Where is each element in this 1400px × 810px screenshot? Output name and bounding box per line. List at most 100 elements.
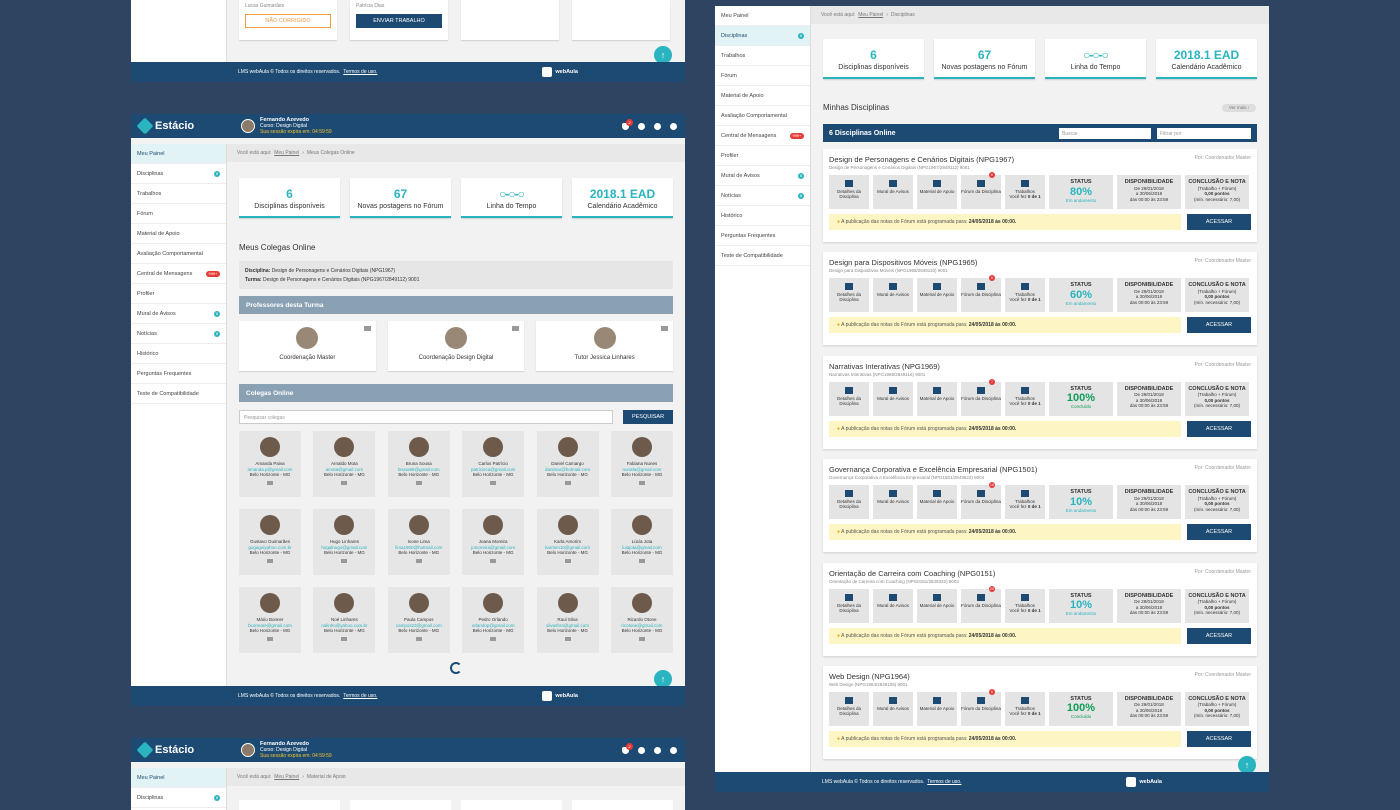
material-button[interactable]: Material de Apoio bbox=[917, 588, 957, 623]
colleague-card[interactable]: Karla Amorim karmim10@gmail.com Belo Horiz… bbox=[536, 509, 599, 575]
brand-logo[interactable]: Estácio bbox=[136, 741, 231, 759]
mural-button[interactable]: Mural de Avisos bbox=[873, 588, 913, 623]
avatar[interactable] bbox=[241, 743, 255, 757]
mail-icon[interactable] bbox=[415, 636, 422, 641]
colleague-card[interactable]: Mário Bonner bconnare@gmail.com Belo Horiz… bbox=[239, 587, 301, 653]
sidebar-item[interactable]: Material de Apoio bbox=[715, 86, 810, 106]
colleague-card[interactable]: Daniel Camargo danimar@hotmail.com Belo Ho… bbox=[536, 431, 599, 497]
search-button[interactable]: PESQUISAR bbox=[623, 410, 673, 424]
teacher-card[interactable]: Coordenação Design Digital bbox=[387, 321, 525, 371]
sidebar-item[interactable]: Avaliação Comportamental bbox=[131, 244, 226, 264]
sidebar-item[interactable]: Meu Painel bbox=[131, 768, 226, 788]
mail-icon[interactable] bbox=[661, 326, 669, 331]
mural-button[interactable]: Mural de Avisos bbox=[873, 485, 913, 520]
stat-card[interactable]: 2018.1 EAD Calendário Acadêmico bbox=[572, 178, 673, 218]
mural-button[interactable]: Mural de Avisos bbox=[873, 691, 913, 726]
mail-icon[interactable] bbox=[267, 558, 273, 563]
discipline-title[interactable]: Web Design (NPG1964) bbox=[829, 672, 910, 681]
colleague-card[interactable]: Carlos Patrício patricioca@gmail.com Belo … bbox=[462, 431, 525, 497]
sidebar-item[interactable]: Profiler bbox=[715, 146, 810, 166]
sidebar-item[interactable]: Perguntas Frequentes bbox=[715, 226, 810, 246]
terms-link[interactable]: Termos de uso. bbox=[927, 779, 961, 785]
sidebar-item[interactable]: Meu Painel bbox=[131, 144, 226, 164]
sidebar-item[interactable]: Teste de Compatibilidade bbox=[131, 384, 226, 404]
mail-icon[interactable] bbox=[638, 558, 645, 563]
access-button[interactable]: ACESSAR bbox=[1187, 627, 1251, 644]
colleague-card[interactable]: Ricardo Otone ricotone@gmail.com Belo Hori… bbox=[610, 587, 673, 653]
mail-icon[interactable] bbox=[564, 636, 571, 641]
sidebar-item[interactable]: Disciplinas 6 bbox=[131, 164, 226, 184]
sidebar-item[interactable]: Perguntas Frequentes bbox=[131, 364, 226, 384]
colleague-card[interactable]: Joana Moreira jomoreira@gmail.com Belo Hor… bbox=[462, 509, 525, 575]
detalhes-button[interactable]: Detalhes da Disciplina bbox=[829, 278, 869, 313]
trabalhos-button[interactable]: Trabalhos Você fez 0 de 1 bbox=[1005, 278, 1045, 313]
search-input[interactable]: Pesquisar colegas bbox=[239, 410, 613, 424]
stat-card[interactable]: 67 Novas postagens no Fórum bbox=[350, 178, 451, 218]
access-button[interactable]: ACESSAR bbox=[1187, 214, 1251, 230]
sidebar-item[interactable]: Trabalhos bbox=[715, 46, 810, 66]
sidebar-item[interactable]: Disciplinas 6 bbox=[715, 26, 810, 46]
logout-icon[interactable] bbox=[670, 122, 677, 130]
mail-icon[interactable] bbox=[415, 480, 422, 485]
access-button[interactable]: ACESSAR bbox=[1187, 524, 1251, 541]
mail-icon[interactable] bbox=[638, 480, 645, 485]
mail-icon[interactable] bbox=[267, 480, 273, 485]
colleague-card[interactable]: Paula Campos campos23@gmail.com Belo Horiz… bbox=[387, 587, 450, 653]
mail-icon[interactable] bbox=[267, 636, 273, 641]
not-corrected-button[interactable]: NÃO CORRIGIDO bbox=[245, 14, 331, 28]
sidebar-item[interactable]: Disciplinas 6 bbox=[131, 788, 226, 808]
mail-icon[interactable] bbox=[490, 636, 497, 641]
terms-link[interactable]: Termos de uso. bbox=[343, 693, 377, 699]
trabalhos-button[interactable]: Trabalhos Você fez 0 de 1 bbox=[1005, 485, 1045, 520]
sidebar-item[interactable]: Fórum bbox=[131, 204, 226, 224]
help-icon[interactable] bbox=[654, 122, 661, 130]
stat-card[interactable]: 2018.1 EAD Calendário Acadêmico bbox=[1156, 39, 1257, 79]
access-button[interactable]: ACESSAR bbox=[1187, 730, 1251, 747]
mural-button[interactable]: Mural de Avisos bbox=[873, 278, 913, 313]
colleague-card[interactable]: Gustavo Guimarães gugaguiyahoo.com.br Belo… bbox=[239, 509, 301, 575]
sidebar-item[interactable]: Notícias 6 bbox=[715, 186, 810, 206]
discipline-title[interactable]: Design para Dispositivos Móveis (NPG1965… bbox=[829, 258, 977, 267]
forum-button[interactable]: Fórum da Disciplina 6 bbox=[961, 172, 1001, 209]
detalhes-button[interactable]: Detalhes da Disciplina bbox=[829, 381, 869, 416]
material-button[interactable]: Material de Apoio bbox=[917, 175, 957, 209]
trabalhos-button[interactable]: Trabalhos Você fez 0 de 1 bbox=[1005, 588, 1045, 623]
mail-icon[interactable] bbox=[341, 480, 348, 485]
discipline-title[interactable]: Narrativas Interativas (NPG1969) bbox=[829, 362, 940, 371]
sidebar-item[interactable]: Central de Mensagens 999+ bbox=[131, 264, 226, 284]
see-more-button[interactable]: Ver mais › bbox=[1222, 104, 1256, 112]
mural-button[interactable]: Mural de Avisos bbox=[873, 381, 913, 416]
colleague-card[interactable]: Noé Linhares nalinho@yahoo.com.br Belo Hor… bbox=[313, 587, 376, 653]
mural-button[interactable]: Mural de Avisos bbox=[873, 175, 913, 209]
material-button[interactable]: Material de Apoio bbox=[917, 381, 957, 416]
sidebar-item[interactable]: Central de Mensagens 999+ bbox=[715, 126, 810, 146]
mail-icon[interactable] bbox=[564, 558, 571, 563]
filter-select[interactable]: Filtrar por bbox=[1157, 127, 1251, 139]
mail-icon[interactable] bbox=[490, 480, 497, 485]
sidebar-item[interactable]: Profiler bbox=[131, 284, 226, 304]
stat-card[interactable]: ○-○-○ Linha do Tempo bbox=[1045, 39, 1146, 79]
material-button[interactable]: Material de Apoio bbox=[917, 278, 957, 313]
sidebar-item[interactable]: Mural de Avisos 6 bbox=[131, 304, 226, 324]
sidebar-item[interactable]: Trabalhos bbox=[131, 184, 226, 204]
terms-link[interactable]: Termos de uso. bbox=[343, 69, 377, 75]
help-icon[interactable] bbox=[654, 746, 661, 754]
discipline-title[interactable]: Governança Corporativa e Excelência Empr… bbox=[829, 465, 1037, 474]
mail-icon[interactable] bbox=[638, 636, 645, 641]
bell-icon[interactable]: 2 bbox=[622, 742, 633, 754]
trabalhos-button[interactable]: Trabalhos Você fez 0 de 1 bbox=[1005, 381, 1045, 416]
mail-icon[interactable] bbox=[512, 326, 520, 331]
send-work-button[interactable]: ENVIAR TRABALHO bbox=[356, 14, 442, 28]
trabalhos-button[interactable]: Trabalhos Você fez 0 de 1 bbox=[1005, 691, 1045, 726]
forum-button[interactable]: Fórum da Disciplina 20 bbox=[961, 585, 1001, 623]
breadcrumb-home[interactable]: Meu Painel bbox=[274, 150, 299, 156]
forum-button[interactable]: Fórum da Disciplina 6 bbox=[961, 275, 1001, 313]
stat-card[interactable]: 6 Disciplinas disponíveis bbox=[239, 178, 340, 218]
bell-icon[interactable]: 2 bbox=[622, 118, 633, 130]
logout-icon[interactable] bbox=[670, 746, 677, 754]
detalhes-button[interactable]: Detalhes da Disciplina bbox=[829, 588, 869, 623]
brand-logo[interactable]: Estácio bbox=[136, 117, 231, 135]
colleague-card[interactable]: Pedro Orlando orlandop@gmail.com Belo Hori… bbox=[462, 587, 525, 653]
sidebar-item[interactable]: Teste de Compatibilidade bbox=[715, 246, 810, 266]
colleague-card[interactable]: Fabiana Nunes nunafa@gmail.com Belo Horizo… bbox=[610, 431, 673, 497]
